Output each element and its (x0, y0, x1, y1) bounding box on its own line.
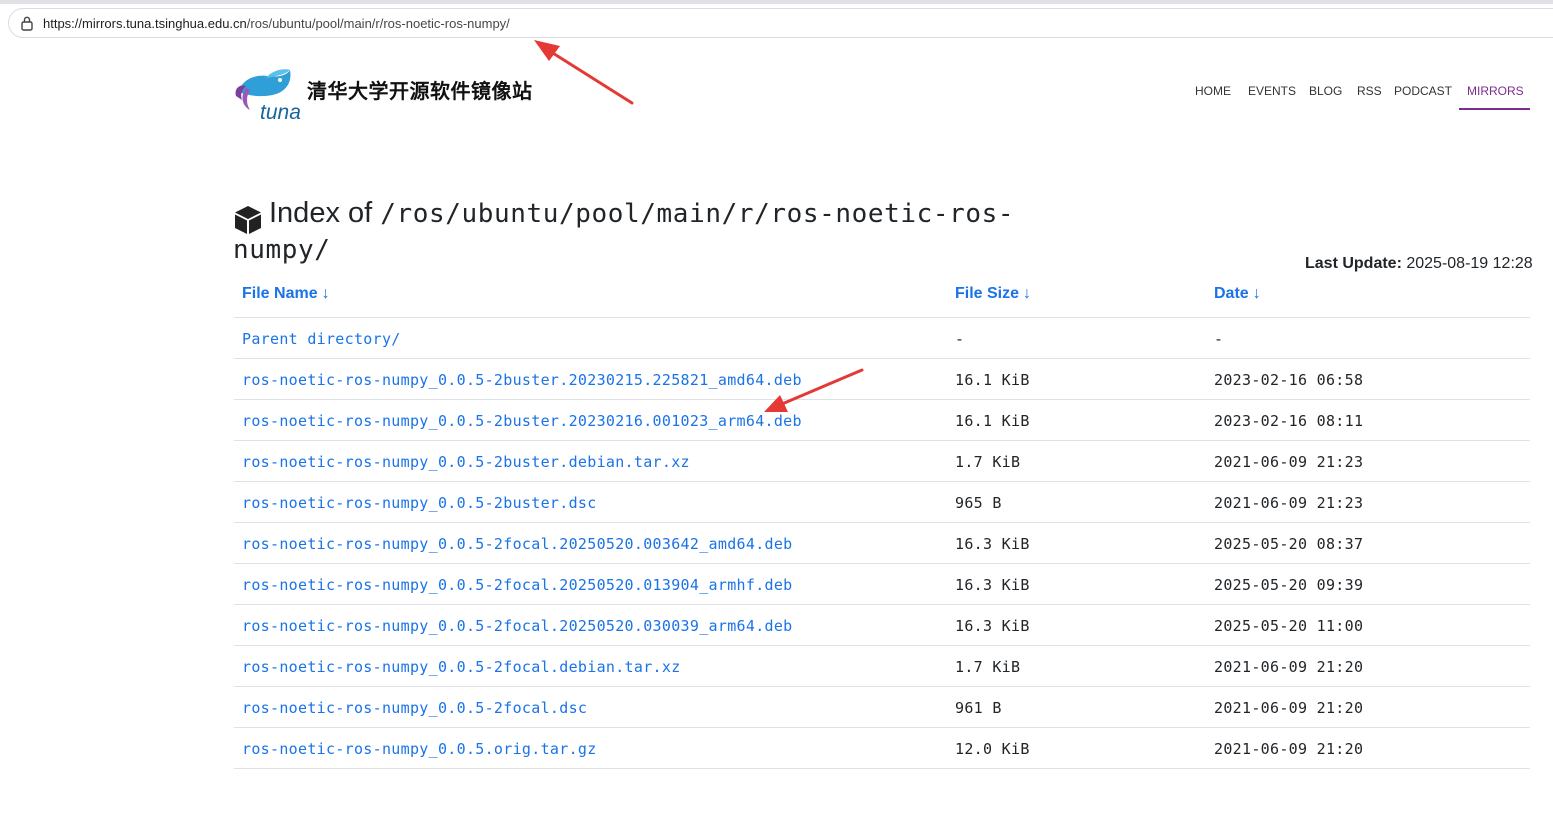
red-arrow-to-url (534, 40, 634, 105)
file-date: 2021-06-09 21:23 (1214, 494, 1364, 512)
site-title[interactable]: 清华大学开源软件镜像站 (307, 79, 533, 105)
file-size: 16.1 KiB (955, 412, 1030, 430)
url-host: https://mirrors.tuna.tsinghua.edu.cn (43, 16, 247, 31)
nav-active-underline (1459, 108, 1530, 110)
file-size: - (955, 330, 965, 348)
table-row: ros-noetic-ros-numpy_0.0.5-2focal.202505… (234, 564, 1530, 605)
file-size: 16.3 KiB (955, 535, 1030, 553)
file-size: 961 B (955, 699, 1002, 717)
table-row: ros-noetic-ros-numpy_0.0.5-2buster.20230… (234, 400, 1530, 441)
file-link[interactable]: ros-noetic-ros-numpy_0.0.5-2focal.202505… (242, 535, 793, 553)
table-row: ros-noetic-ros-numpy_0.0.5-2focal.debian… (234, 646, 1530, 687)
last-update: Last Update: 2025-08-19 12:28 (1305, 255, 1533, 273)
sort-arrow-icon: ↓ (1023, 285, 1032, 302)
file-link[interactable]: Parent directory/ (242, 330, 401, 348)
file-date: 2025-05-20 08:37 (1214, 535, 1364, 553)
table-row: ros-noetic-ros-numpy_0.0.5-2focal.dsc 96… (234, 687, 1530, 728)
file-size: 16.3 KiB (955, 576, 1030, 594)
nav-home[interactable]: HOME (1195, 84, 1231, 98)
file-link[interactable]: ros-noetic-ros-numpy_0.0.5-2buster.dsc (242, 494, 597, 512)
file-date: 2023-02-16 06:58 (1214, 371, 1364, 389)
file-link[interactable]: ros-noetic-ros-numpy_0.0.5-2buster.20230… (242, 412, 802, 430)
table-row: ros-noetic-ros-numpy_0.0.5-2focal.202505… (234, 523, 1530, 564)
file-link[interactable]: ros-noetic-ros-numpy_0.0.5-2buster.debia… (242, 453, 690, 471)
file-date: 2023-02-16 08:11 (1214, 412, 1364, 430)
file-date: - (1214, 330, 1224, 348)
file-link[interactable]: ros-noetic-ros-numpy_0.0.5-2focal.debian… (242, 658, 681, 676)
nav-podcast[interactable]: PODCAST (1394, 84, 1452, 98)
table-row: ros-noetic-ros-numpy_0.0.5-2buster.debia… (234, 441, 1530, 482)
table-row: ros-noetic-ros-numpy_0.0.5-2focal.202505… (234, 605, 1530, 646)
file-date: 2021-06-09 21:20 (1214, 699, 1364, 717)
file-link[interactable]: ros-noetic-ros-numpy_0.0.5-2buster.20230… (242, 371, 802, 389)
lock-icon (21, 16, 33, 31)
nav-events[interactable]: EVENTS (1248, 84, 1296, 98)
url-path: /ros/ubuntu/pool/main/r/ros-noetic-ros-n… (246, 16, 510, 31)
file-size: 1.7 KiB (955, 658, 1021, 676)
table-row: ros-noetic-ros-numpy_0.0.5-2buster.20230… (234, 359, 1530, 400)
table-row: ros-noetic-ros-numpy_0.0.5-2buster.dsc 9… (234, 482, 1530, 523)
page-title-label: Index of (269, 197, 373, 229)
nav-blog[interactable]: BLOG (1309, 84, 1342, 98)
file-date: 2021-06-09 21:20 (1214, 740, 1364, 758)
table-row: ros-noetic-ros-numpy_0.0.5.orig.tar.gz 1… (234, 728, 1530, 769)
file-date: 2025-05-20 11:00 (1214, 617, 1364, 635)
file-link[interactable]: ros-noetic-ros-numpy_0.0.5.orig.tar.gz (242, 740, 597, 758)
header-date[interactable]: Date ↓ (1214, 285, 1261, 303)
sort-arrow-icon: ↓ (1252, 285, 1261, 302)
file-link[interactable]: ros-noetic-ros-numpy_0.0.5-2focal.202505… (242, 576, 793, 594)
file-table: File Name ↓ File Size ↓ Date ↓ Parent direc… (234, 275, 1530, 769)
file-size: 1.7 KiB (955, 453, 1021, 471)
table-row: Parent directory/ - - (234, 318, 1530, 359)
file-link[interactable]: ros-noetic-ros-numpy_0.0.5-2focal.202505… (242, 617, 793, 635)
svg-text:tuna: tuna (260, 101, 301, 122)
file-size: 12.0 KiB (955, 740, 1030, 758)
file-date: 2021-06-09 21:23 (1214, 453, 1364, 471)
address-bar-url[interactable]: https://mirrors.tuna.tsinghua.edu.cn/ros… (43, 16, 510, 32)
file-size: 16.3 KiB (955, 617, 1030, 635)
sort-arrow-icon: ↓ (321, 285, 330, 302)
nav-mirrors[interactable]: MIRRORS (1467, 84, 1524, 98)
file-link[interactable]: ros-noetic-ros-numpy_0.0.5-2focal.dsc (242, 699, 587, 717)
file-date: 2025-05-20 09:39 (1214, 576, 1364, 594)
header-file-name[interactable]: File Name ↓ (242, 285, 330, 303)
tuna-logo[interactable]: tuna (232, 66, 302, 122)
address-bar[interactable]: https://mirrors.tuna.tsinghua.edu.cn/ros… (8, 8, 1553, 38)
header-file-size[interactable]: File Size ↓ (955, 285, 1031, 303)
file-date: 2021-06-09 21:20 (1214, 658, 1364, 676)
table-header: File Name ↓ File Size ↓ Date ↓ (234, 275, 1530, 318)
file-size: 16.1 KiB (955, 371, 1030, 389)
last-update-label: Last Update: (1305, 255, 1402, 272)
file-size: 965 B (955, 494, 1002, 512)
page-title: Index of /ros/ubuntu/pool/main/r/ros-noe… (233, 196, 1053, 268)
last-update-value: 2025-08-19 12:28 (1406, 255, 1533, 272)
browser-top-strip (0, 0, 1553, 4)
nav-rss[interactable]: RSS (1357, 84, 1382, 98)
